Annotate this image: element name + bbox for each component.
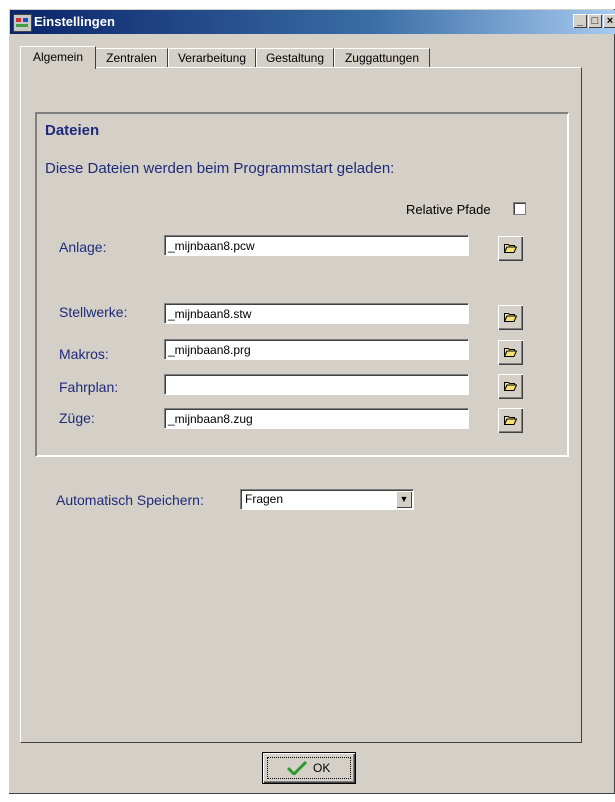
makros-label: Makros: [59,346,109,362]
checkmark-icon [287,761,307,775]
zuege-label: Züge: [59,410,95,426]
ok-button[interactable]: OK [263,753,355,783]
relative-paths-checkbox[interactable] [513,202,526,215]
ok-focus-rect [267,757,351,779]
anlage-browse-button[interactable] [498,236,523,261]
tab-gestaltung[interactable]: Gestaltung [256,48,334,68]
fahrplan-browse-button[interactable] [498,374,523,399]
folder-open-icon [504,244,517,253]
zuege-browse-button[interactable] [498,408,523,433]
anlage-label: Anlage: [59,239,107,255]
app-icon [13,14,32,32]
maximize-button[interactable]: □ [588,14,602,28]
makros-browse-button[interactable] [498,340,523,365]
relative-paths-label: Relative Pfade [406,202,491,217]
folder-open-icon [504,348,517,357]
minimize-button[interactable]: _ [573,14,587,28]
fahrplan-label: Fahrplan: [59,379,119,395]
stellwerke-label: Stellwerke: [59,304,128,320]
tab-zentralen[interactable]: Zentralen [95,48,168,68]
zuege-field[interactable]: _mijnbaan8.zug [164,408,469,429]
tab-algemein[interactable]: Algemein [20,46,96,69]
stellwerke-field[interactable]: _mijnbaan8.stw [164,303,469,324]
title-bar[interactable]: Einstellingen _ □ × [10,10,615,34]
tab-zuggattungen[interactable]: Zuggattungen [334,48,430,68]
folder-open-icon [504,313,517,322]
files-description: Diese Dateien werden beim Programmstart … [45,160,395,177]
anlage-field[interactable]: _mijnbaan8.pcw [164,235,469,256]
autosave-selected-value: Fragen [245,492,284,506]
autosave-label: Automatisch Speichern: [56,492,204,508]
tab-panel-algemein: Dateien Diese Dateien werden beim Progra… [20,67,582,743]
ok-button-label: OK [313,761,331,775]
folder-open-icon [504,416,517,425]
files-group-title: Dateien [45,122,100,139]
window-title: Einstellingen [34,14,115,29]
tab-verarbeitung[interactable]: Verarbeitung [168,48,256,68]
folder-open-icon [504,382,517,391]
autosave-select[interactable]: Fragen ▼ [240,489,414,510]
dropdown-arrow-icon[interactable]: ▼ [396,491,412,508]
close-button[interactable]: × [603,14,615,28]
settings-window: Einstellingen _ □ × Algemein Zentralen V… [8,8,615,794]
makros-field[interactable]: _mijnbaan8.prg [164,339,469,360]
stellwerke-browse-button[interactable] [498,305,523,330]
fahrplan-field[interactable] [164,374,469,395]
